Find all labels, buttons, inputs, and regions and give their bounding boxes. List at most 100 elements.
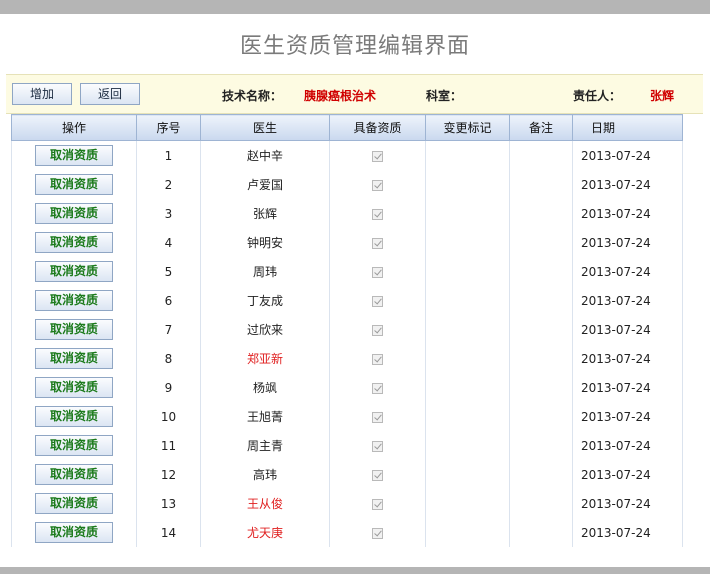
- qualified-checkbox[interactable]: [372, 324, 383, 336]
- doctor-name: 高玮: [200, 460, 330, 489]
- change-mark-cell: [425, 344, 510, 373]
- qualified-checkbox[interactable]: [372, 527, 383, 539]
- cancel-qualification-button[interactable]: 取消资质: [35, 290, 113, 311]
- action-cell: 取消资质: [11, 199, 137, 228]
- column-header-qualified[interactable]: 具备资质: [329, 114, 426, 141]
- qualified-checkbox[interactable]: [372, 179, 383, 191]
- date-cell: 2013-07-24: [572, 199, 683, 228]
- row-number: 6: [136, 286, 201, 315]
- note-cell: [509, 140, 573, 170]
- row-number: 11: [136, 431, 201, 460]
- cancel-qualification-button[interactable]: 取消资质: [35, 203, 113, 224]
- table-row: 取消资质 7 过欣来 2013-07-24: [11, 315, 683, 344]
- table-row: 取消资质 6 丁友成 2013-07-24: [11, 286, 683, 315]
- column-header-date[interactable]: 日期: [572, 114, 683, 141]
- row-number: 14: [136, 518, 201, 547]
- cancel-qualification-button[interactable]: 取消资质: [35, 406, 113, 427]
- column-header-action[interactable]: 操作: [11, 114, 137, 141]
- back-button[interactable]: 返回: [80, 83, 140, 105]
- row-number: 12: [136, 460, 201, 489]
- cancel-qualification-button[interactable]: 取消资质: [35, 319, 113, 340]
- add-button[interactable]: 增加: [12, 83, 72, 105]
- cancel-qualification-button[interactable]: 取消资质: [35, 377, 113, 398]
- qualified-checkbox[interactable]: [372, 295, 383, 307]
- cancel-qualification-button[interactable]: 取消资质: [35, 145, 113, 166]
- change-mark-cell: [425, 286, 510, 315]
- doctor-name: 赵中辛: [200, 140, 330, 170]
- table-row: 取消资质 1 赵中辛 2013-07-24: [11, 140, 683, 170]
- action-cell: 取消资质: [11, 373, 137, 402]
- column-header-note[interactable]: 备注: [509, 114, 573, 141]
- qualified-checkbox[interactable]: [372, 440, 383, 452]
- note-cell: [509, 402, 573, 431]
- tech-name-value: 胰腺癌根治术: [304, 89, 377, 103]
- qualified-checkbox[interactable]: [372, 208, 383, 220]
- action-cell: 取消资质: [11, 140, 137, 170]
- tech-name-label: 技术名称：: [222, 89, 283, 103]
- table-row: 取消资质 9 杨飒 2013-07-24: [11, 373, 683, 402]
- doctor-name: 丁友成: [200, 286, 330, 315]
- table-body: 取消资质 1 赵中辛 2013-07-24 取消资质 2 卢爱国 2013-07-24 取消资质…: [11, 140, 683, 547]
- doctor-qualification-table: 操作 序号 医生 具备资质 变更标记 备注 日期 取消资质 1 赵中辛 2013-07…: [11, 114, 683, 547]
- column-header-doctor[interactable]: 医生: [200, 114, 330, 141]
- cancel-qualification-button[interactable]: 取消资质: [35, 174, 113, 195]
- date-cell: 2013-07-24: [572, 286, 683, 315]
- qualified-checkbox[interactable]: [372, 411, 383, 423]
- qualified-checkbox[interactable]: [372, 237, 383, 249]
- qualified-cell: [329, 286, 426, 315]
- cancel-qualification-button[interactable]: 取消资质: [35, 261, 113, 282]
- qualified-checkbox[interactable]: [372, 498, 383, 510]
- date-cell: 2013-07-24: [572, 228, 683, 257]
- doctor-name: 杨飒: [200, 373, 330, 402]
- action-cell: 取消资质: [11, 286, 137, 315]
- qualified-cell: [329, 257, 426, 286]
- cancel-qualification-button[interactable]: 取消资质: [35, 493, 113, 514]
- doctor-name: 尤天庚: [200, 518, 330, 547]
- date-cell: 2013-07-24: [572, 373, 683, 402]
- change-mark-cell: [425, 402, 510, 431]
- cancel-qualification-button[interactable]: 取消资质: [35, 522, 113, 543]
- table-header-row: 操作 序号 医生 具备资质 变更标记 备注 日期: [11, 114, 683, 141]
- doctor-name: 过欣来: [200, 315, 330, 344]
- row-number: 13: [136, 489, 201, 518]
- department-label: 科室：: [426, 89, 463, 103]
- column-header-number[interactable]: 序号: [136, 114, 201, 141]
- qualified-checkbox[interactable]: [372, 382, 383, 394]
- cancel-qualification-button[interactable]: 取消资质: [35, 464, 113, 485]
- qualified-checkbox[interactable]: [372, 469, 383, 481]
- table-row: 取消资质 8 郑亚新 2013-07-24: [11, 344, 683, 373]
- change-mark-cell: [425, 140, 510, 170]
- doctor-name: 张辉: [200, 199, 330, 228]
- table-row: 取消资质 3 张辉 2013-07-24: [11, 199, 683, 228]
- table-row: 取消资质 13 王从俊 2013-07-24: [11, 489, 683, 518]
- cancel-qualification-button[interactable]: 取消资质: [35, 348, 113, 369]
- window-bottom-border: [0, 567, 710, 574]
- qualified-cell: [329, 518, 426, 547]
- cancel-qualification-button[interactable]: 取消资质: [35, 435, 113, 456]
- doctor-name: 王从俊: [200, 489, 330, 518]
- action-cell: 取消资质: [11, 228, 137, 257]
- owner-value: 张辉: [650, 89, 675, 103]
- date-cell: 2013-07-24: [572, 315, 683, 344]
- qualified-checkbox[interactable]: [372, 266, 383, 278]
- qualified-checkbox[interactable]: [372, 353, 383, 365]
- row-number: 4: [136, 228, 201, 257]
- note-cell: [509, 257, 573, 286]
- date-cell: 2013-07-24: [572, 460, 683, 489]
- qualified-cell: [329, 344, 426, 373]
- row-number: 10: [136, 402, 201, 431]
- table-row: 取消资质 14 尤天庚 2013-07-24: [11, 518, 683, 547]
- note-cell: [509, 518, 573, 547]
- cancel-qualification-button[interactable]: 取消资质: [35, 232, 113, 253]
- window-top-border: [0, 0, 710, 14]
- change-mark-cell: [425, 431, 510, 460]
- row-number: 5: [136, 257, 201, 286]
- action-cell: 取消资质: [11, 431, 137, 460]
- doctor-name: 周主青: [200, 431, 330, 460]
- qualified-checkbox[interactable]: [372, 150, 383, 162]
- qualified-cell: [329, 228, 426, 257]
- date-cell: 2013-07-24: [572, 402, 683, 431]
- doctor-name: 卢爱国: [200, 170, 330, 199]
- column-header-change-mark[interactable]: 变更标记: [425, 114, 510, 141]
- qualified-cell: [329, 431, 426, 460]
